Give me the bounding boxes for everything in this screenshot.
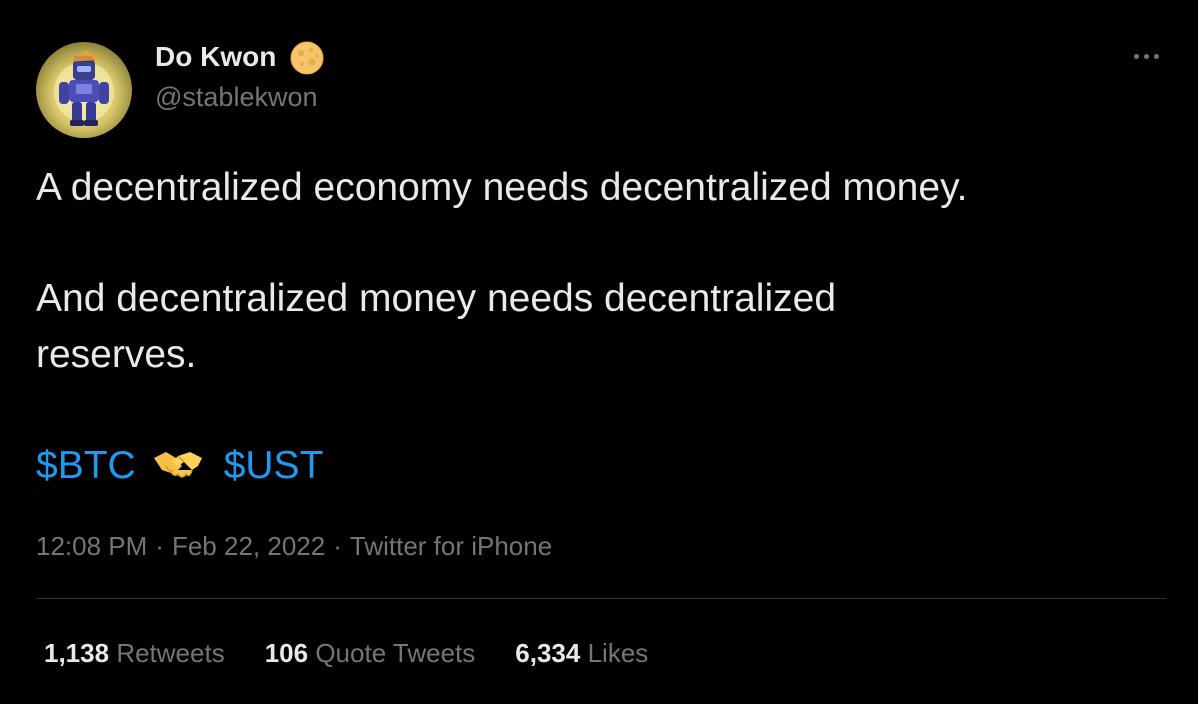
tweet-date[interactable]: Feb 22, 2022 bbox=[172, 531, 325, 561]
retweets-label: Retweets bbox=[116, 638, 225, 668]
retweets-count: 1,138 bbox=[44, 638, 110, 668]
quote-tweets-count: 106 bbox=[264, 638, 309, 668]
retweets-stat[interactable]: 1,138 Retweets bbox=[44, 634, 225, 672]
more-options-button[interactable] bbox=[1126, 40, 1166, 72]
cashtag-row: $BTC $UST bbox=[36, 438, 323, 494]
tweet-text-line: A decentralized economy needs decentrali… bbox=[36, 166, 968, 209]
engagement-stats: 1,138 Retweets 106 Quote Tweets 6,334 Li… bbox=[44, 634, 688, 672]
likes-stat[interactable]: 6,334 Likes bbox=[515, 634, 648, 672]
likes-count: 6,334 bbox=[515, 638, 581, 668]
likes-label: Likes bbox=[587, 638, 649, 668]
cashtag-ust-link[interactable]: $UST bbox=[224, 438, 324, 494]
more-dot-icon bbox=[1143, 53, 1149, 59]
more-dot-icon bbox=[1153, 53, 1159, 59]
tweet-card: Do Kwon @stablekwon A decentralized econ… bbox=[0, 0, 1198, 704]
tweet-source-link[interactable]: Twitter for iPhone bbox=[350, 531, 552, 561]
avatar[interactable] bbox=[36, 42, 132, 138]
tweet-time[interactable]: 12:08 PM bbox=[36, 531, 147, 561]
handshake-icon bbox=[152, 444, 204, 488]
tweet-metadata: 12:08 PM · Feb 22, 2022 · Twitter for iPhone bbox=[36, 528, 552, 564]
display-name[interactable]: Do Kwon bbox=[155, 38, 276, 76]
more-dot-icon bbox=[1133, 53, 1139, 59]
cashtag-btc-link[interactable]: $BTC bbox=[36, 438, 136, 494]
separator: · bbox=[155, 531, 164, 561]
quote-tweets-stat[interactable]: 106 Quote Tweets bbox=[265, 634, 476, 672]
quote-tweets-label: Quote Tweets bbox=[315, 638, 476, 668]
separator: · bbox=[333, 531, 342, 561]
moon-badge-icon bbox=[289, 40, 325, 76]
user-handle[interactable]: @stablekwon bbox=[155, 80, 318, 114]
tweet-text-line: reserves. bbox=[36, 333, 197, 376]
robot-avatar-icon bbox=[54, 50, 114, 126]
tweet-text-line: And decentralized money needs decentrali… bbox=[36, 277, 837, 320]
divider bbox=[36, 598, 1166, 599]
